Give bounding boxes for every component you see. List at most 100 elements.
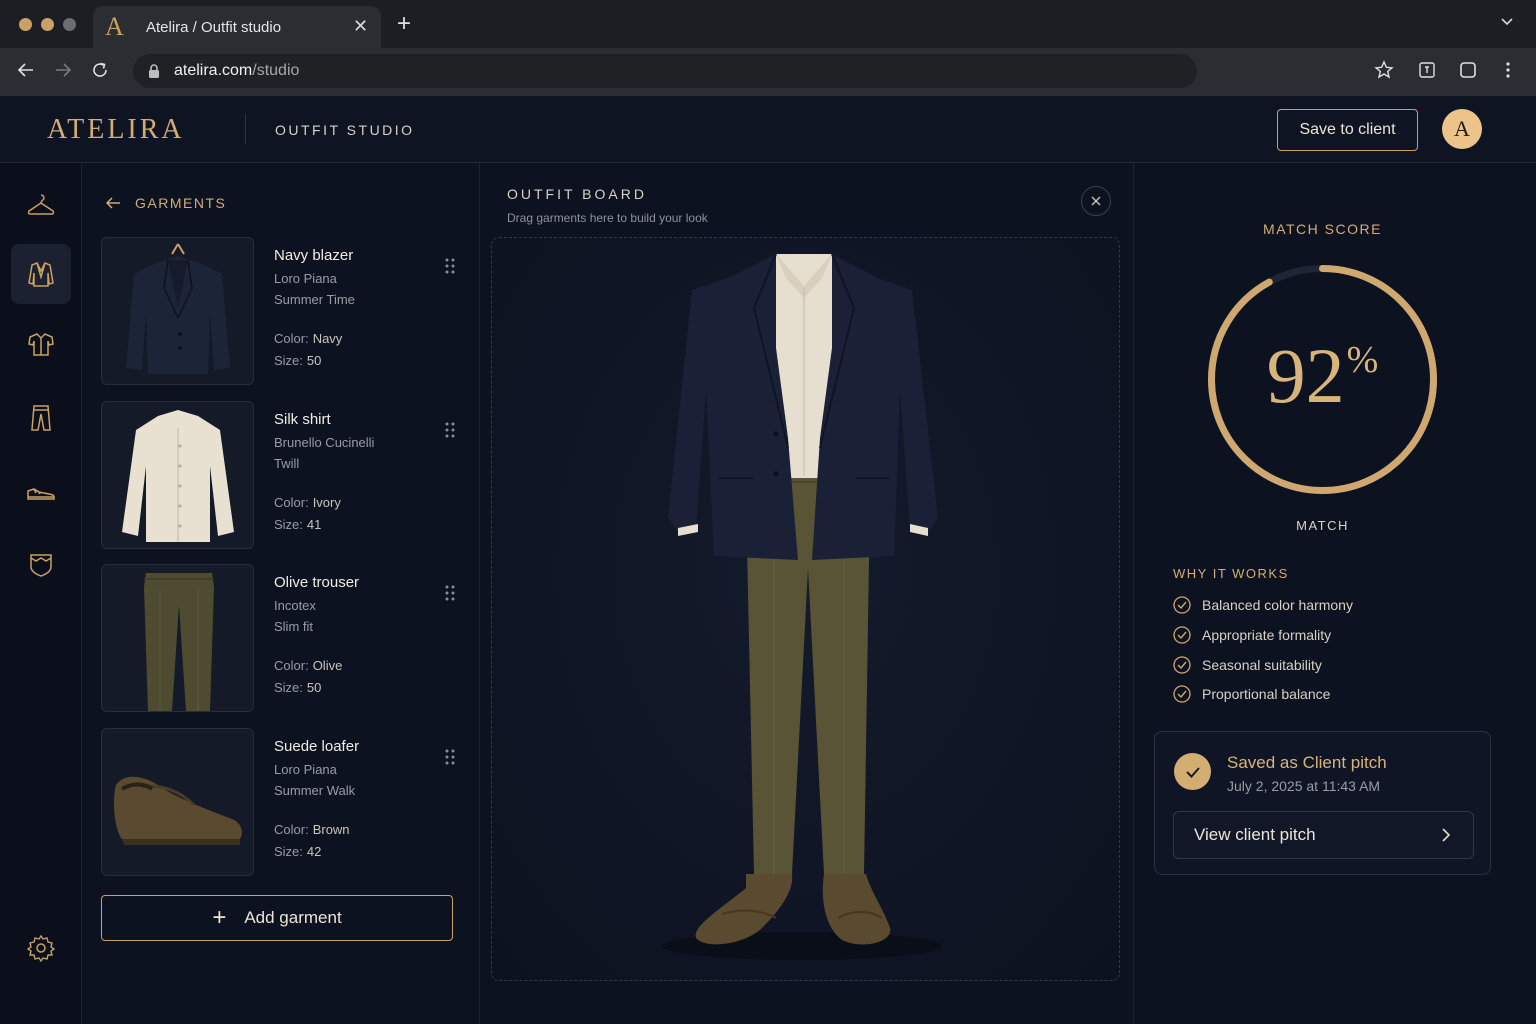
garment-line: Summer Walk <box>274 783 356 798</box>
shoe-icon <box>27 488 55 500</box>
browser-tab-bar: A Atelira / Outfit studio ✕ + <box>0 0 1536 48</box>
outfit-board-dropzone[interactable] <box>491 237 1120 981</box>
rail-item-shirts[interactable] <box>11 314 71 374</box>
rail-item-settings[interactable] <box>11 918 71 978</box>
saved-title: Saved as Client pitch <box>1227 753 1387 772</box>
board-title: OUTFIT BOARD <box>507 186 647 202</box>
bookmark-star-icon[interactable] <box>1374 60 1394 85</box>
check-circle-icon <box>1173 685 1191 703</box>
garment-size: Size: 41 <box>274 517 322 532</box>
garment-name: Suede loafer <box>274 738 360 755</box>
plus-icon: + <box>212 904 227 931</box>
url-field[interactable]: atelira.com/studio <box>133 54 1197 88</box>
rail-item-trousers[interactable] <box>11 388 71 448</box>
check-circle-icon <box>1173 656 1191 674</box>
category-rail <box>0 163 82 1024</box>
garment-color: Color: Navy <box>274 331 343 346</box>
drag-handle-icon[interactable] <box>443 421 457 444</box>
header-divider <box>245 114 246 144</box>
reason-item: Balanced color harmony <box>1173 595 1353 615</box>
match-panel: MATCH SCORE 92% MATCH WHY IT WORKS Balan… <box>1133 163 1536 1024</box>
close-icon <box>1091 196 1101 206</box>
browser-address-bar: atelira.com/studio <box>0 48 1536 96</box>
split-view-icon[interactable] <box>1458 60 1478 85</box>
garment-line: Slim fit <box>274 619 313 634</box>
avatar[interactable]: A <box>1442 109 1482 149</box>
garment-card-shirt[interactable]: Silk shirt Brunello Cucinelli Twill Colo… <box>101 401 455 549</box>
tab-close-icon[interactable]: ✕ <box>353 16 368 37</box>
chevron-down-icon[interactable] <box>1500 14 1514 33</box>
window-close-dot[interactable] <box>19 18 32 31</box>
garment-thumbnail <box>101 564 254 712</box>
view-client-pitch-button[interactable]: View client pitch <box>1173 811 1474 859</box>
garment-card-trouser[interactable]: Olive trouser Incotex Slim fit Color: Oli… <box>101 564 455 712</box>
match-score-value: 92% <box>1266 332 1379 419</box>
garment-color: Color: Ivory <box>274 495 341 510</box>
check-circle-icon <box>1173 626 1191 644</box>
drag-handle-icon[interactable] <box>443 584 457 607</box>
drag-handle-icon[interactable] <box>443 257 457 280</box>
add-garment-button[interactable]: + Add garment <box>101 895 453 941</box>
window-minimize-dot[interactable] <box>41 18 54 31</box>
brand-logo[interactable]: ATELIRA <box>47 114 185 146</box>
hanger-icon <box>27 194 55 215</box>
chevron-right-icon <box>1441 827 1451 848</box>
settings-icon <box>27 934 55 962</box>
garment-name: Silk shirt <box>274 411 331 428</box>
match-score-title: MATCH SCORE <box>1263 221 1382 237</box>
save-to-client-button[interactable]: Save to client <box>1277 109 1418 151</box>
garment-brand: Incotex <box>274 598 316 613</box>
garment-color: Color: Brown <box>274 822 350 837</box>
page-title: OUTFIT STUDIO <box>275 122 415 138</box>
window-maximize-dot[interactable] <box>63 18 76 31</box>
garment-thumbnail <box>101 728 254 876</box>
back-arrow-icon[interactable] <box>104 196 122 215</box>
rail-item-shoes[interactable] <box>11 462 71 522</box>
garment-line: Summer Time <box>274 292 355 307</box>
browser-tab[interactable]: A Atelira / Outfit studio ✕ <box>93 6 381 48</box>
lock-icon <box>147 63 161 84</box>
add-garment-label: Add garment <box>244 908 342 927</box>
new-tab-icon[interactable]: + <box>397 10 411 38</box>
garment-brand: Brunello Cucinelli <box>274 435 375 450</box>
garment-card-blazer[interactable]: Navy blazer Loro Piana Summer Time Color… <box>101 237 455 385</box>
garment-name: Olive trouser <box>274 574 360 591</box>
url-text: atelira.com/studio <box>174 62 300 79</box>
garment-size: Size: 50 <box>274 353 322 368</box>
reason-item: Appropriate formality <box>1173 625 1331 645</box>
trousers-icon <box>31 405 51 431</box>
extension-icon[interactable] <box>1417 60 1437 85</box>
panel-title: GARMENTS <box>135 195 227 211</box>
pocket-square-icon <box>30 554 52 577</box>
rail-item-accessories[interactable] <box>11 534 71 594</box>
garment-color: Color: Olive <box>274 658 343 673</box>
app-header: ATELIRA OUTFIT STUDIO Save to client A <box>0 96 1536 163</box>
shirt-icon <box>28 333 54 356</box>
reason-item: Seasonal suitability <box>1173 655 1322 675</box>
garment-brand: Loro Piana <box>274 762 337 777</box>
back-arrow-icon[interactable] <box>16 60 36 85</box>
forward-arrow-icon[interactable] <box>53 60 73 85</box>
garment-size: Size: 50 <box>274 680 322 695</box>
garment-card-loafer[interactable]: Suede loafer Loro Piana Summer Walk Colo… <box>101 728 455 876</box>
kebab-menu-icon[interactable] <box>1498 60 1518 85</box>
garment-line: Twill <box>274 456 300 471</box>
garment-size: Size: 42 <box>274 844 322 859</box>
reload-icon[interactable] <box>90 60 110 85</box>
garment-thumbnail <box>101 401 254 549</box>
board-subtitle: Drag garments here to build your look <box>507 211 708 225</box>
tab-favicon-icon: A <box>105 12 124 41</box>
check-circle-icon <box>1173 596 1191 614</box>
drag-handle-icon[interactable] <box>443 748 457 771</box>
saved-confirmation-card: Saved as Client pitch July 2, 2025 at 11… <box>1154 731 1491 875</box>
rail-item-jackets[interactable] <box>11 244 71 304</box>
jacket-icon <box>28 262 54 287</box>
check-icon <box>1174 753 1211 790</box>
match-label: MATCH <box>1296 518 1349 533</box>
reason-item: Proportional balance <box>1173 684 1330 704</box>
board-close-button[interactable] <box>1081 186 1111 216</box>
garment-brand: Loro Piana <box>274 271 337 286</box>
outfit-preview <box>662 253 942 960</box>
garment-name: Navy blazer <box>274 247 354 264</box>
rail-item-hanger[interactable] <box>11 176 71 236</box>
